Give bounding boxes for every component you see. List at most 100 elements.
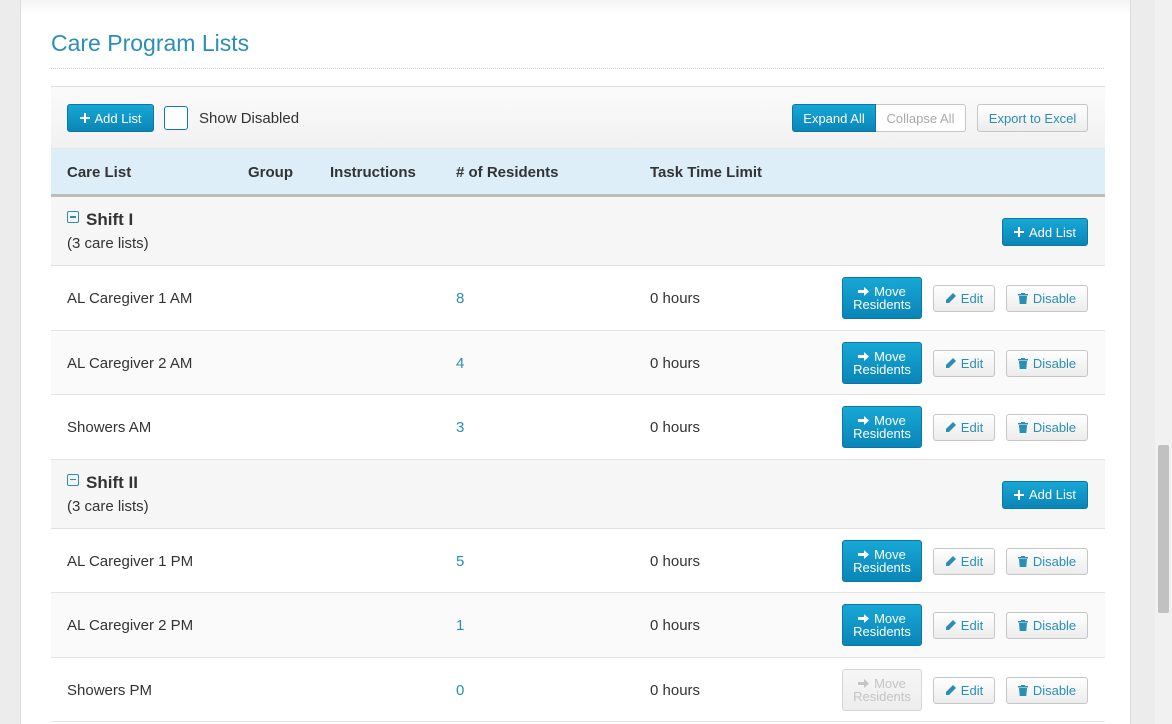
arrow-right-icon xyxy=(858,351,870,361)
scrollbar-thumb[interactable] xyxy=(1158,445,1169,613)
export-to-excel-button[interactable]: Export to Excel xyxy=(977,104,1088,132)
trash-icon xyxy=(1017,555,1028,567)
move-residents-button[interactable]: Move Residents xyxy=(842,539,922,582)
show-disabled-checkbox[interactable] xyxy=(164,106,188,130)
move-label-line1: Move xyxy=(874,546,906,562)
header-residents[interactable]: # of Residents xyxy=(456,164,559,181)
title-divider xyxy=(51,68,1104,69)
table-header: Care List Group Instructions # of Reside… xyxy=(51,149,1105,197)
residents-count-link[interactable]: 4 xyxy=(456,355,464,372)
disable-label: Disable xyxy=(1032,291,1077,306)
arrow-right-icon xyxy=(858,678,870,688)
groups-container: Shift I (3 care lists) Add List AL Careg… xyxy=(51,197,1105,722)
residents-count-link[interactable]: 0 xyxy=(456,682,464,699)
disable-label: Disable xyxy=(1032,355,1077,371)
arrow-right-icon xyxy=(858,614,870,623)
disable-button[interactable]: Disable xyxy=(1006,414,1088,441)
pencil-icon xyxy=(945,555,956,566)
table-row: Showers PM 0 0 hours Move Residents Edit… xyxy=(51,657,1105,722)
move-residents-button[interactable]: Move Residents xyxy=(842,406,922,448)
scrollbar-track[interactable] xyxy=(1155,0,1172,724)
expand-collapse-group: Expand All Collapse All xyxy=(792,104,966,132)
group-name: Shift I xyxy=(86,210,134,229)
plus-icon xyxy=(79,113,90,123)
move-residents-button[interactable]: Move Residents xyxy=(842,604,922,646)
group-add-list-button[interactable]: Add List xyxy=(1002,480,1088,509)
pencil-icon xyxy=(945,620,956,630)
add-list-button[interactable]: Add List xyxy=(67,104,154,132)
pencil-icon xyxy=(945,422,956,432)
edit-button[interactable]: Edit xyxy=(933,285,995,312)
edit-button[interactable]: Edit xyxy=(933,676,995,704)
edit-button[interactable]: Edit xyxy=(933,414,995,441)
pencil-icon xyxy=(945,357,956,368)
group-count: (3 care lists) xyxy=(67,497,149,515)
header-task-time-limit[interactable]: Task Time Limit xyxy=(650,164,762,181)
expand-all-button[interactable]: Expand All xyxy=(792,104,876,132)
care-list-name: AL Caregiver 2 AM xyxy=(67,354,193,372)
group-header: Shift I (3 care lists) Add List xyxy=(51,197,1105,266)
disable-button[interactable]: Disable xyxy=(1006,349,1088,377)
header-group[interactable]: Group xyxy=(248,164,293,181)
table-row: AL Caregiver 1 PM 5 0 hours Move Residen… xyxy=(51,528,1105,593)
table-row: AL Caregiver 2 AM 4 0 hours Move Residen… xyxy=(51,330,1105,395)
move-residents-button[interactable]: Move Residents xyxy=(842,277,922,319)
edit-label: Edit xyxy=(960,553,984,569)
trash-icon xyxy=(1017,422,1028,433)
table-row: AL Caregiver 2 PM 1 0 hours Move Residen… xyxy=(51,593,1105,658)
group-header: Shift II (3 care lists) Add List xyxy=(51,459,1105,529)
move-label-line2: Residents xyxy=(853,297,911,312)
residents-count-link[interactable]: 1 xyxy=(456,617,464,634)
move-label-line2: Residents xyxy=(853,688,911,704)
move-residents-button[interactable]: Move Residents xyxy=(842,341,922,384)
move-label-line2: Residents xyxy=(853,624,911,639)
task-time-limit: 0 hours xyxy=(650,681,701,699)
edit-button[interactable]: Edit xyxy=(933,547,995,575)
care-list-name: Showers AM xyxy=(67,419,152,436)
edit-label: Edit xyxy=(960,291,984,306)
table-row: Showers AM 3 0 hours Move Residents Edit… xyxy=(51,395,1105,460)
group-add-list-label: Add List xyxy=(1029,487,1076,502)
disable-button[interactable]: Disable xyxy=(1006,547,1088,575)
edit-button[interactable]: Edit xyxy=(933,349,995,377)
minus-square-icon[interactable] xyxy=(67,473,79,486)
edit-button[interactable]: Edit xyxy=(933,612,995,639)
care-lists-content: Add List Show Disabled Expand All Collap… xyxy=(51,86,1105,722)
move-label-line1: Move xyxy=(874,675,906,691)
collapse-all-button[interactable]: Collapse All xyxy=(876,104,966,132)
disable-label: Disable xyxy=(1032,618,1077,633)
group-add-list-button[interactable]: Add List xyxy=(1002,218,1088,246)
residents-count-link[interactable]: 3 xyxy=(456,419,464,436)
disable-button[interactable]: Disable xyxy=(1006,612,1088,639)
group-name: Shift II xyxy=(86,472,138,492)
arrow-right-icon xyxy=(858,287,870,296)
trash-icon xyxy=(1017,357,1028,369)
arrow-right-icon xyxy=(858,416,870,425)
care-list-name: AL Caregiver 1 AM xyxy=(67,290,193,307)
edit-label: Edit xyxy=(960,618,984,633)
disable-button[interactable]: Disable xyxy=(1006,285,1088,312)
move-residents-button: Move Residents xyxy=(842,668,922,711)
table-row: AL Caregiver 1 AM 8 0 hours Move Residen… xyxy=(51,266,1105,331)
header-instructions[interactable]: Instructions xyxy=(330,164,416,181)
add-list-label: Add List xyxy=(94,110,142,126)
disable-button[interactable]: Disable xyxy=(1006,676,1088,704)
pencil-icon xyxy=(945,293,956,303)
main-panel: Care Program Lists Add List Show Disable… xyxy=(20,0,1131,724)
minus-square-icon[interactable] xyxy=(67,211,79,223)
move-label-line1: Move xyxy=(874,348,906,364)
residents-count-link[interactable]: 8 xyxy=(456,290,464,307)
disable-label: Disable xyxy=(1032,682,1077,698)
care-list-name: AL Caregiver 2 PM xyxy=(67,617,194,634)
task-time-limit: 0 hours xyxy=(650,290,701,307)
task-time-limit: 0 hours xyxy=(650,419,701,436)
move-label-line2: Residents xyxy=(853,361,911,377)
show-disabled-label: Show Disabled xyxy=(199,110,300,127)
arrow-right-icon xyxy=(858,549,870,559)
residents-count-link[interactable]: 5 xyxy=(456,553,464,570)
care-list-name: Showers PM xyxy=(67,681,153,699)
header-care-list[interactable]: Care List xyxy=(67,164,131,181)
trash-icon xyxy=(1017,620,1028,631)
group-add-list-label: Add List xyxy=(1029,224,1076,240)
move-label-line2: Residents xyxy=(853,426,911,441)
